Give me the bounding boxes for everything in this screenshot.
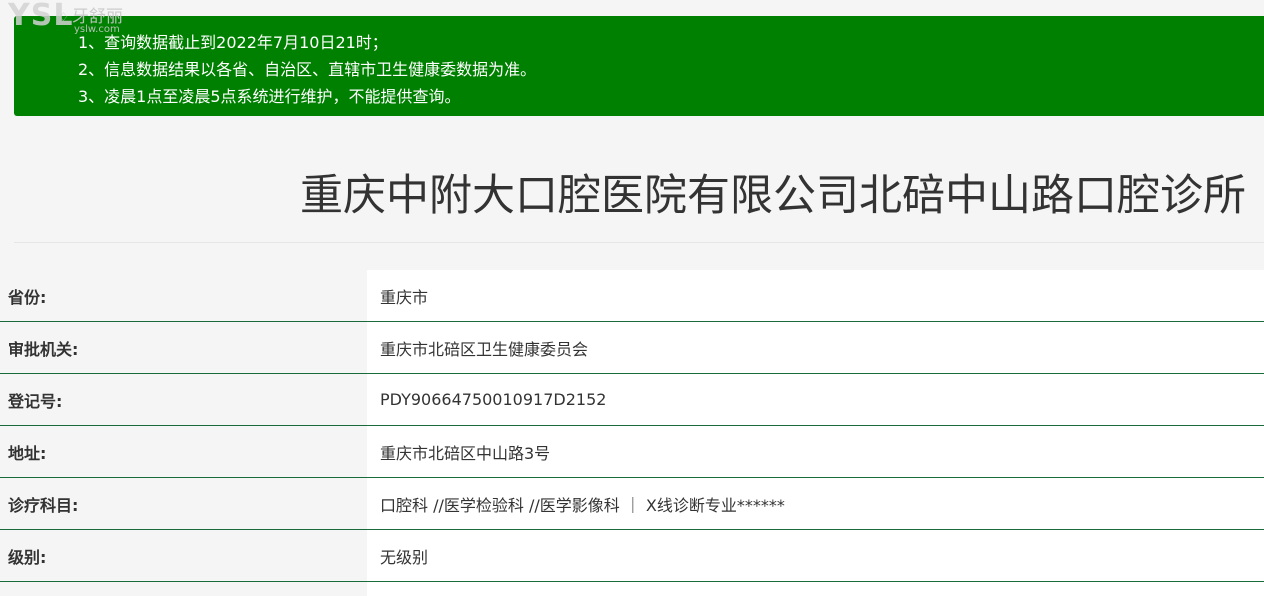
row-value: 重庆市北碚区卫生健康委员会 [367,322,1264,374]
watermark-logo: YSL ♢ 牙舒丽 yslw.com [6,0,136,40]
row-value: 重庆市北碚区中山路3号 [367,426,1264,478]
row-label: 登记号: [0,374,367,426]
table-row-level: 级别: 无级别 [0,530,1264,582]
table-row-province: 省份: 重庆市 [0,270,1264,322]
row-label: 诊疗科目: [0,478,367,530]
title-divider [14,242,1264,243]
table-row-next [0,582,1264,596]
notice-line-2: 2、信息数据结果以各省、自治区、直辖市卫生健康委数据为准。 [78,60,537,79]
row-value: PDY90664750010917D2152 [367,374,1264,426]
notice-line-1: 1、查询数据截止到2022年7月10日21时； [78,33,388,52]
notice-line-3: 3、凌晨1点至凌晨5点系统进行维护，不能提供查询。 [78,87,461,106]
row-value [367,582,1264,596]
page-title: 重庆中附大口腔医院有限公司北碚中山路口腔诊所 [300,171,1246,221]
row-label [0,582,367,596]
row-value: 重庆市 [367,270,1264,322]
table-row-departments: 诊疗科目: 口腔科 //医学检验科 //医学影像科 ｜ X线诊断专业****** [0,478,1264,530]
details-table: 省份: 重庆市 审批机关: 重庆市北碚区卫生健康委员会 登记号: PDY9066… [0,270,1264,596]
watermark-url: yslw.com [74,24,120,35]
row-label: 地址: [0,426,367,478]
table-row-address: 地址: 重庆市北碚区中山路3号 [0,426,1264,478]
row-value: 口腔科 //医学检验科 //医学影像科 ｜ X线诊断专业****** [367,478,1264,530]
table-row-authority: 审批机关: 重庆市北碚区卫生健康委员会 [0,322,1264,374]
tooth-icon: ♢ [58,10,69,24]
table-row-registration: 登记号: PDY90664750010917D2152 [0,374,1264,426]
row-label: 级别: [0,530,367,582]
row-value: 无级别 [367,530,1264,582]
row-label: 审批机关: [0,322,367,374]
row-label: 省份: [0,270,367,322]
notice-banner: 1、查询数据截止到2022年7月10日21时； 2、信息数据结果以各省、自治区、… [14,16,1264,116]
